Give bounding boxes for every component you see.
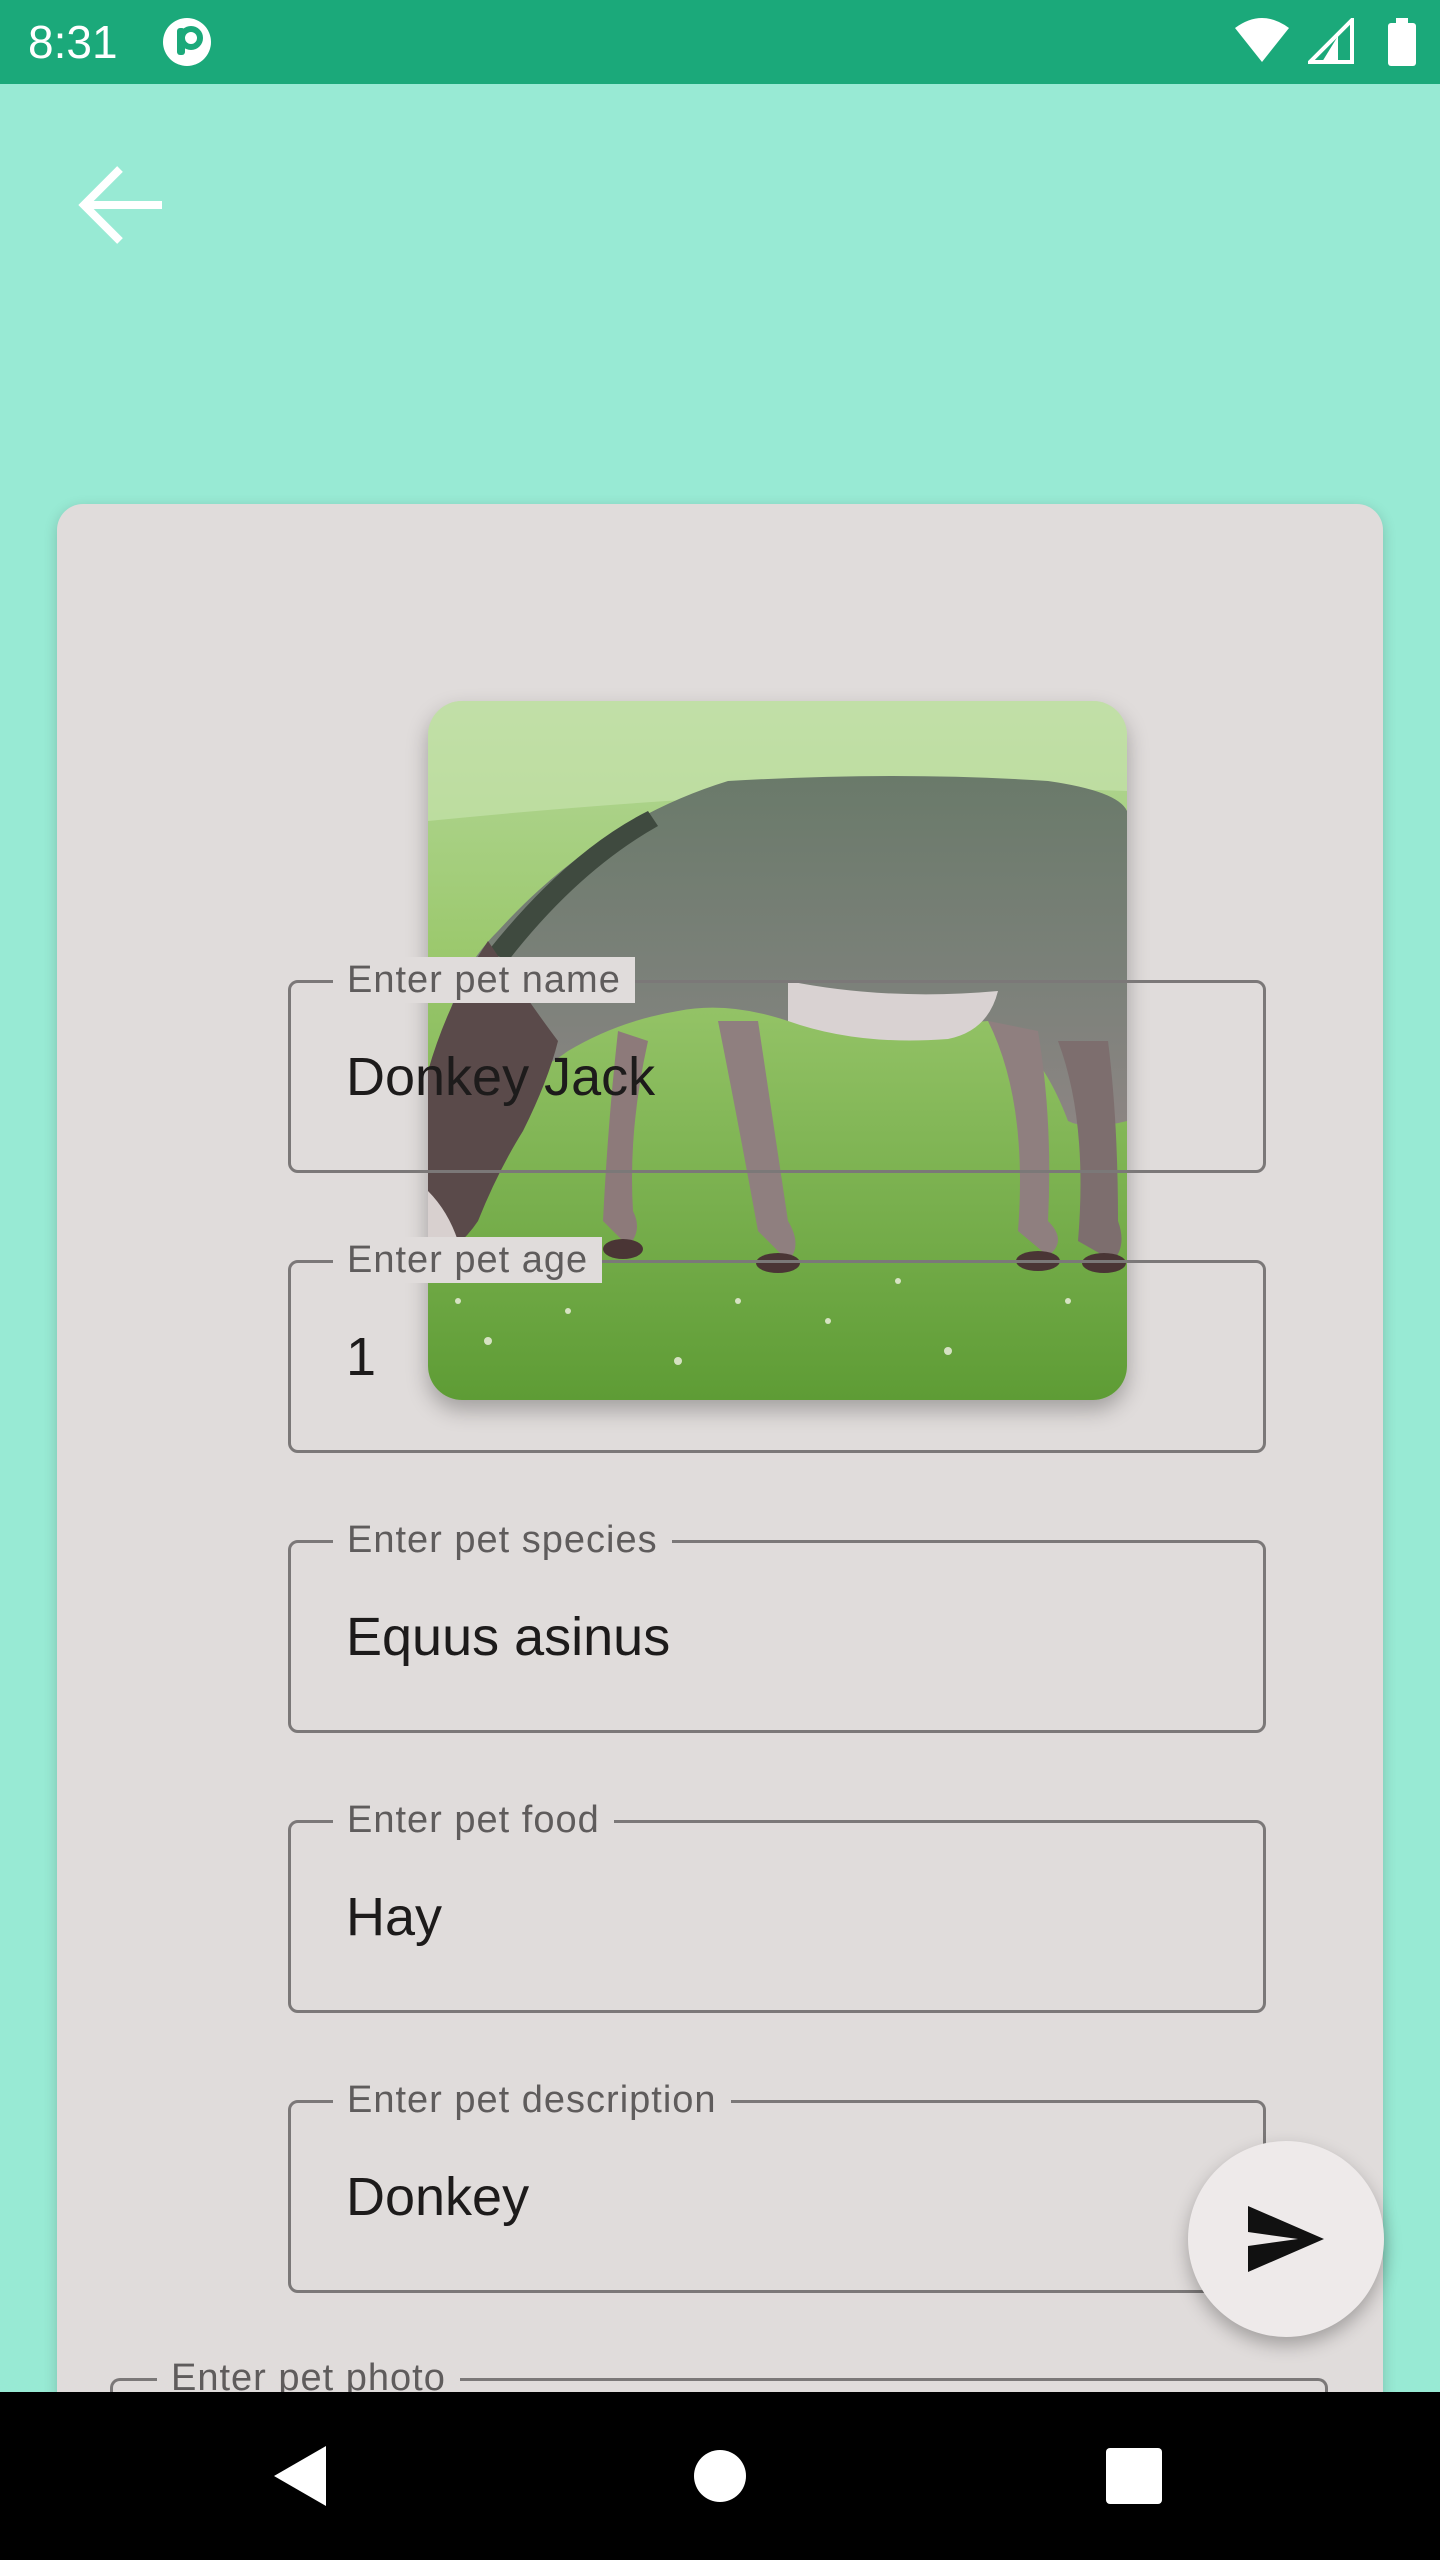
pet-age-label: Enter pet age [333, 1237, 603, 1283]
pet-name-field[interactable]: Enter pet name Donkey Jack [288, 957, 1266, 1173]
arrow-back-icon [78, 166, 162, 244]
status-time: 8:31 [28, 16, 118, 68]
status-bar: 8:31 [0, 0, 1440, 84]
pet-food-value[interactable]: Hay [346, 1885, 442, 1949]
pet-species-value[interactable]: Equus asinus [346, 1605, 670, 1669]
pet-food-field[interactable]: Enter pet food Hay [288, 1797, 1266, 2013]
pet-name-value[interactable]: Donkey Jack [346, 1045, 655, 1109]
pet-age-value[interactable]: 1 [346, 1325, 376, 1389]
home-circle-icon[interactable] [680, 2436, 760, 2516]
pet-description-label: Enter pet description [333, 2077, 731, 2123]
cell-signal-icon [1308, 18, 1354, 64]
battery-icon [1388, 18, 1416, 66]
pet-species-label: Enter pet species [333, 1517, 672, 1563]
pet-form-card: Enter pet name Donkey Jack Enter pet age… [57, 504, 1383, 2504]
pet-description-value[interactable]: Donkey [346, 2165, 529, 2229]
system-nav-bar [0, 2392, 1440, 2560]
pet-species-field[interactable]: Enter pet species Equus asinus [288, 1517, 1266, 1733]
send-icon [1248, 2206, 1324, 2272]
back-button[interactable] [52, 140, 192, 270]
pet-age-field[interactable]: Enter pet age 1 [288, 1237, 1266, 1453]
back-triangle-icon[interactable] [260, 2436, 340, 2516]
pet-food-label: Enter pet food [333, 1797, 614, 1843]
pet-name-label: Enter pet name [333, 957, 635, 1003]
pet-description-field[interactable]: Enter pet description Donkey [288, 2077, 1266, 2293]
wifi-icon [1235, 18, 1289, 62]
app-notification-icon [163, 18, 211, 66]
send-button[interactable] [1188, 2141, 1384, 2337]
recents-square-icon[interactable] [1094, 2436, 1174, 2516]
